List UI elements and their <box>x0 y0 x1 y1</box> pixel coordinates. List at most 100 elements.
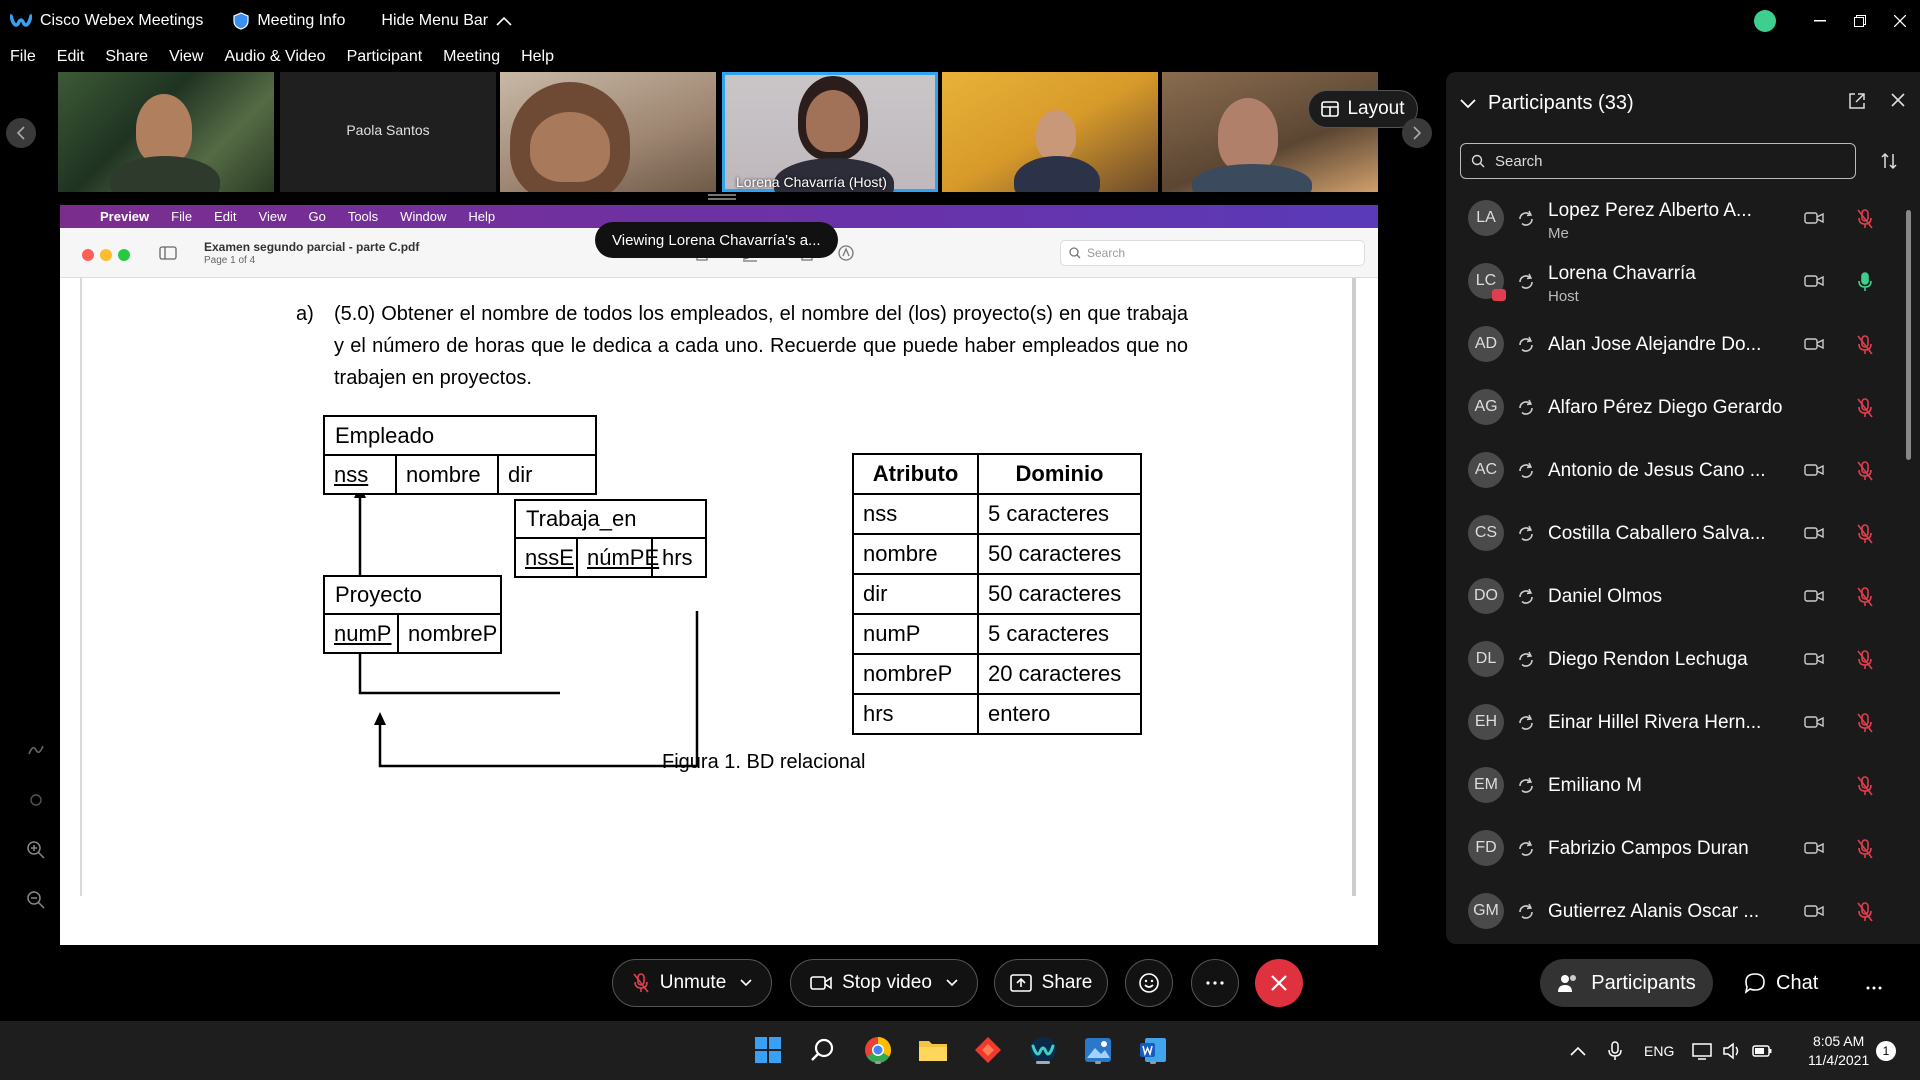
video-tile[interactable] <box>500 72 716 192</box>
mic-muted-icon[interactable] <box>1856 523 1874 545</box>
camera-icon <box>810 976 832 990</box>
hide-menu-bar-button[interactable]: Hide Menu Bar <box>381 0 512 42</box>
notification-badge[interactable]: 1 <box>1876 1041 1896 1061</box>
empleado-title-text: Empleado <box>335 422 435 448</box>
restore-button[interactable] <box>1840 0 1880 42</box>
stop-video-button[interactable]: Stop video <box>790 959 978 1007</box>
chevron-up-icon[interactable] <box>1570 1046 1586 1056</box>
share-button[interactable]: Share <box>994 959 1108 1007</box>
participant-row[interactable]: AC Antonio de Jesus Cano ... <box>1446 440 1906 503</box>
unmute-button[interactable]: Unmute <box>612 959 772 1007</box>
participants-panel-header[interactable]: Participants (33) <box>1460 92 1634 115</box>
mic-muted-icon[interactable] <box>1856 334 1874 356</box>
app-taskbar-button[interactable] <box>972 1034 1004 1066</box>
mic-active-icon[interactable] <box>1856 271 1874 293</box>
mic-muted-icon[interactable] <box>1856 775 1874 797</box>
participant-name: Alfaro Pérez Diego Gerardo <box>1548 397 1783 418</box>
strip-previous-button[interactable] <box>6 118 36 148</box>
participant-search-input[interactable]: Search <box>1460 143 1856 179</box>
layout-button[interactable]: Layout <box>1308 90 1418 128</box>
search-taskbar-button[interactable] <box>807 1034 839 1066</box>
search-icon <box>1069 247 1081 259</box>
word-taskbar-button[interactable] <box>1137 1034 1169 1066</box>
participant-list-scrollbar[interactable] <box>1904 190 1912 920</box>
battery-icon[interactable] <box>1752 1044 1772 1058</box>
participant-row[interactable]: AG Alfaro Pérez Diego Gerardo <box>1446 377 1906 440</box>
app-logo: Cisco Webex Meetings <box>0 0 203 42</box>
participant-row[interactable]: GM Gutierrez Alanis Oscar ... <box>1446 881 1906 944</box>
mic-muted-icon[interactable] <box>1856 586 1874 608</box>
participant-row[interactable]: DL Diego Rendon Lechuga <box>1446 629 1906 692</box>
audio-connection-icon <box>1519 714 1533 730</box>
video-tile-active-speaker[interactable]: Lorena Chavarría (Host) <box>722 72 938 192</box>
close-window-button[interactable] <box>1880 0 1920 42</box>
markup-circle-icon <box>838 245 854 261</box>
participant-row[interactable]: EM Emiliano M <box>1446 755 1906 818</box>
mic-muted-icon[interactable] <box>1856 397 1874 419</box>
menu-participant[interactable]: Participant <box>347 48 423 66</box>
video-tile[interactable] <box>942 72 1158 192</box>
shared-screen[interactable]: Preview File Edit View Go Tools Window H… <box>60 205 1378 945</box>
webex-taskbar-button[interactable] <box>1027 1034 1059 1066</box>
menu-audio-video[interactable]: Audio & Video <box>224 48 325 66</box>
menu-file[interactable]: File <box>10 48 36 66</box>
meeting-info-button[interactable]: Meeting Info <box>233 0 345 42</box>
video-tile[interactable] <box>58 72 274 192</box>
participant-row[interactable]: AD Alan Jose Alejandre Do... <box>1446 314 1906 377</box>
scrollbar-thumb[interactable] <box>1906 210 1911 460</box>
file-explorer-taskbar-button[interactable] <box>917 1034 949 1066</box>
zoom-in-icon[interactable] <box>26 840 46 860</box>
hide-menu-bar-label: Hide Menu Bar <box>381 12 489 29</box>
menu-meeting[interactable]: Meeting <box>443 48 500 66</box>
menu-help[interactable]: Help <box>521 48 554 66</box>
mic-muted-icon[interactable] <box>1856 208 1874 230</box>
video-tile-paola-santos[interactable]: Paola Santos <box>280 72 496 192</box>
chat-button[interactable]: Chat <box>1744 959 1818 1007</box>
participant-name: Lopez Perez Alberto A... <box>1548 200 1752 221</box>
chrome-taskbar-button[interactable] <box>862 1034 894 1066</box>
mic-muted-icon[interactable] <box>1856 649 1874 671</box>
leave-meeting-button[interactable] <box>1255 959 1303 1007</box>
mic-muted-icon[interactable] <box>1856 901 1874 923</box>
volume-icon[interactable] <box>1722 1041 1742 1060</box>
close-icon[interactable] <box>1890 92 1906 108</box>
word-icon <box>1140 1038 1166 1062</box>
photos-taskbar-button[interactable] <box>1082 1034 1114 1066</box>
language-indicator[interactable]: ENG <box>1644 1043 1674 1059</box>
system-tray: ENG <box>1570 1021 1772 1080</box>
table-cell: numP <box>852 613 979 655</box>
taskbar-clock[interactable]: 8:05 AM 11/4/2021 <box>1808 1032 1869 1070</box>
participant-row[interactable]: FD Fabrizio Campos Duran <box>1446 818 1906 881</box>
more-options-button[interactable] <box>1191 959 1239 1007</box>
menu-edit[interactable]: Edit <box>57 48 85 66</box>
annotate-pen-icon[interactable] <box>26 740 46 760</box>
start-button[interactable] <box>752 1034 784 1066</box>
participant-row[interactable]: LA Lopez Perez Alberto A... Me <box>1446 188 1906 251</box>
microphone-icon[interactable] <box>1608 1040 1622 1061</box>
title-bar: Cisco Webex Meetings Meeting Info Hide M… <box>0 0 1920 42</box>
minimize-button[interactable] <box>1800 0 1840 42</box>
avatar: EM <box>1468 767 1504 803</box>
participants-toggle-button[interactable]: Participants <box>1540 959 1713 1007</box>
table-cell: dir <box>852 573 979 615</box>
sort-icon[interactable] <box>1880 152 1898 170</box>
network-icon[interactable] <box>1692 1042 1713 1060</box>
participant-row[interactable]: CS Costilla Caballero Salva... <box>1446 503 1906 566</box>
meeting-info-label: Meeting Info <box>257 12 346 29</box>
remote-control-icon[interactable] <box>26 790 46 810</box>
mic-muted-icon[interactable] <box>1856 460 1874 482</box>
reactions-button[interactable] <box>1125 959 1173 1007</box>
mic-muted-icon[interactable] <box>1856 712 1874 734</box>
menu-share[interactable]: Share <box>105 48 148 66</box>
participant-row[interactable]: LC Lorena Chavarría Host <box>1446 251 1906 314</box>
strip-next-button[interactable] <box>1402 118 1432 148</box>
participant-row[interactable]: EH Einar Hillel Rivera Hern... <box>1446 692 1906 755</box>
zoom-out-icon[interactable] <box>26 890 46 910</box>
panel-more-button[interactable] <box>1866 973 1882 996</box>
menu-view[interactable]: View <box>169 48 203 66</box>
popout-icon[interactable] <box>1848 92 1866 110</box>
mic-muted-icon[interactable] <box>1856 838 1874 860</box>
network-health-icon[interactable] <box>1754 10 1776 32</box>
shared-menu-item: Window <box>400 209 447 224</box>
participant-row[interactable]: DO Daniel Olmos <box>1446 566 1906 629</box>
